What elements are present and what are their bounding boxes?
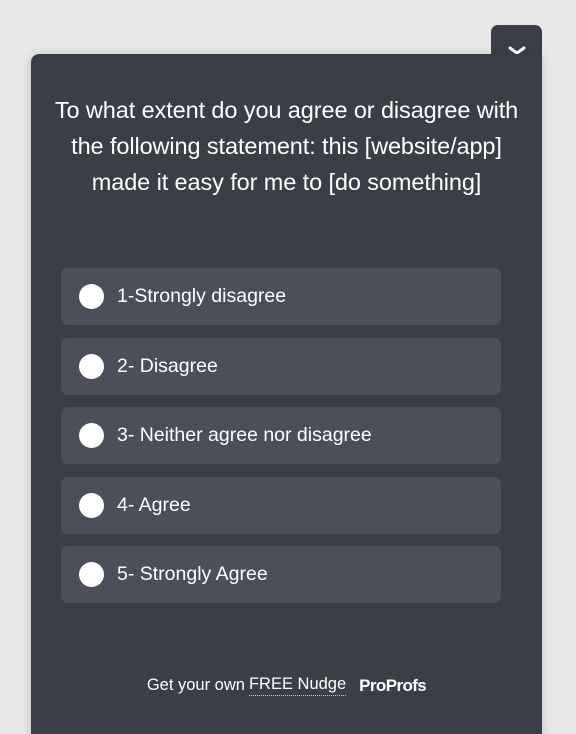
- radio-button[interactable]: [79, 492, 104, 518]
- footer: Get your own FREE Nudge ProProfs: [31, 675, 542, 696]
- radio-button[interactable]: [79, 562, 104, 587]
- option-label: 2- Disagree: [117, 354, 218, 377]
- radio-button[interactable]: [79, 423, 104, 448]
- option-label: 1-Strongly disagree: [117, 285, 287, 307]
- options-list: 1-Strongly disagree 2- Disagree 3- Neith…: [61, 268, 501, 616]
- option-label: 5- Strongly Agree: [117, 563, 268, 585]
- survey-panel: To what extent do you agree or disagree …: [31, 54, 542, 734]
- footer-prefix: Get your own: [146, 676, 245, 694]
- option-5[interactable]: 5- Strongly Agree: [61, 546, 501, 603]
- option-3[interactable]: 3- Neither agree nor disagree: [61, 407, 501, 464]
- proprofs-logo[interactable]: ProProfs: [359, 676, 427, 696]
- radio-button[interactable]: [79, 284, 104, 309]
- option-1[interactable]: 1-Strongly disagree: [61, 268, 501, 325]
- option-2[interactable]: 2- Disagree: [61, 337, 501, 395]
- free-nudge-link[interactable]: FREE Nudge: [248, 675, 347, 696]
- option-label: 3- Neither agree nor disagree: [117, 424, 372, 446]
- question-text: To what extent do you agree or disagree …: [54, 97, 519, 195]
- radio-button[interactable]: [79, 353, 104, 379]
- option-4[interactable]: 4- Agree: [61, 476, 501, 534]
- option-label: 4- Agree: [117, 493, 191, 516]
